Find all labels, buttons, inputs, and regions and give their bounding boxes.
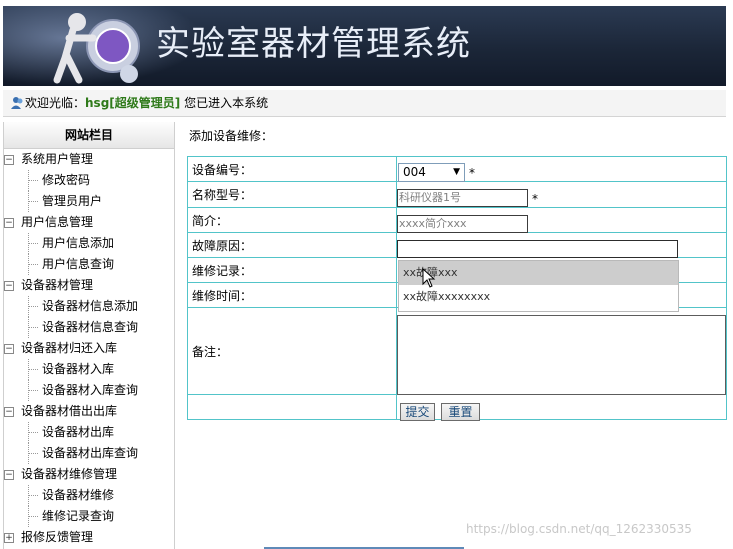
model-label: 名称型号： <box>187 181 397 208</box>
sidebar: 网站栏目 − 系统用户管理 修改密码 管理员用户 − 用户信息管理 用户信息添加 用… <box>3 122 175 549</box>
sidebar-title: 网站栏目 <box>4 122 174 149</box>
form-heading: 添加设备维修： <box>189 129 274 143</box>
device-no-label: 设备编号： <box>187 156 397 182</box>
tree-group[interactable]: − 设备器材归还入库 <box>4 338 174 359</box>
autocomplete-dropdown: xx故障xxx xx故障xxxxxxxx <box>398 260 679 312</box>
welcome-text: 欢迎光临：hsg[超级管理员] 您已进入本系统 <box>25 96 269 110</box>
fault-reason-input[interactable] <box>397 240 678 258</box>
tree-group[interactable]: − 系统用户管理 <box>4 149 174 170</box>
sidebar-item[interactable]: 设备器材信息添加 <box>4 296 174 317</box>
expand-icon[interactable]: + <box>4 533 14 543</box>
sidebar-item[interactable]: 设备器材入库查询 <box>4 380 174 401</box>
intro-label: 简介： <box>187 207 397 233</box>
mouse-pointer-icon <box>422 268 436 288</box>
welcome-bar: 欢迎光临：hsg[超级管理员] 您已进入本系统 <box>3 90 726 117</box>
required-mark: * <box>532 192 538 206</box>
fault-label: 故障原因： <box>187 232 397 258</box>
chevron-down-icon: ▼ <box>453 167 460 177</box>
logo-figure-icon <box>53 13 140 84</box>
header-banner: 实验室器材管理系统 <box>3 6 726 86</box>
device-no-select[interactable]: 004 ▼ <box>398 163 465 182</box>
intro-input[interactable]: xxxx简介xxx <box>397 215 528 233</box>
collapse-icon[interactable]: − <box>4 407 14 417</box>
time-label: 维修时间： <box>187 282 397 308</box>
tree-group[interactable]: − 设备器材管理 <box>4 275 174 296</box>
collapse-icon[interactable]: − <box>4 155 14 165</box>
sidebar-item[interactable]: 设备器材出库 <box>4 422 174 443</box>
tree-group[interactable]: − 设备器材维修管理 <box>4 464 174 485</box>
autocomplete-option[interactable]: xx故障xxxxxxxx <box>399 285 678 309</box>
device-no-value: 004 <box>403 165 426 179</box>
tree-group[interactable]: − 设备器材借出出库 <box>4 401 174 422</box>
record-label: 维修记录： <box>187 257 397 283</box>
watermark: https://blog.csdn.net/qq_1262330535 <box>466 522 692 536</box>
sidebar-item[interactable]: 设备器材信息查询 <box>4 317 174 338</box>
required-mark: * <box>469 166 475 180</box>
collapse-icon[interactable]: − <box>4 470 14 480</box>
sidebar-item[interactable]: 设备器材出库查询 <box>4 443 174 464</box>
collapse-icon[interactable]: − <box>4 218 14 228</box>
collapse-icon[interactable]: − <box>4 344 14 354</box>
sidebar-item[interactable]: 维修记录查询 <box>4 506 174 527</box>
sidebar-item[interactable]: 设备器材维修 <box>4 485 174 506</box>
sidebar-tree: − 系统用户管理 修改密码 管理员用户 − 用户信息管理 用户信息添加 用户信息查询… <box>4 149 174 548</box>
sidebar-item[interactable]: 用户信息查询 <box>4 254 174 275</box>
tree-group[interactable]: + 报修反馈管理 <box>4 527 174 548</box>
collapse-icon[interactable]: − <box>4 281 14 291</box>
remark-label: 备注： <box>187 307 397 395</box>
sidebar-item[interactable]: 用户信息添加 <box>4 233 174 254</box>
remark-textarea[interactable] <box>397 315 726 395</box>
tree-group[interactable]: − 用户信息管理 <box>4 212 174 233</box>
sidebar-item[interactable]: 管理员用户 <box>4 191 174 212</box>
main-content: 添加设备维修： 设备编号： 名称型号： 简介： 故障原因： 维修记录： 维修时间… <box>187 124 727 420</box>
user-icon <box>11 97 23 109</box>
sidebar-item[interactable]: 修改密码 <box>4 170 174 191</box>
sidebar-item[interactable]: 设备器材入库 <box>4 359 174 380</box>
current-user: hsg[超级管理员] <box>85 96 181 110</box>
blank-label <box>187 394 397 420</box>
autocomplete-option[interactable]: xx故障xxx <box>399 261 678 285</box>
submit-button[interactable]: 提交 <box>400 403 435 421</box>
system-title: 实验室器材管理系统 <box>156 24 471 64</box>
model-input[interactable]: 科研仪器1号 <box>397 189 528 207</box>
reset-button[interactable]: 重置 <box>441 403 480 421</box>
